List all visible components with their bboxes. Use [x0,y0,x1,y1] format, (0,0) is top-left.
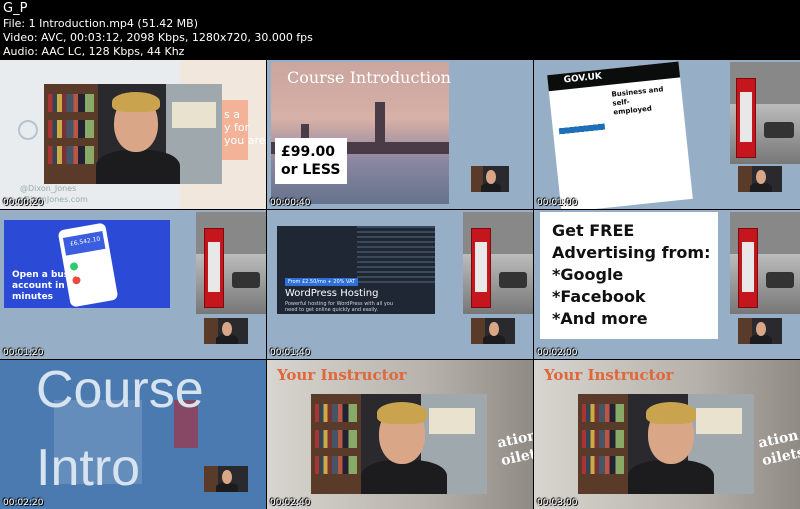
slide-line: *And more [552,309,648,328]
hex-decoration [18,120,38,140]
thumbnail-tile[interactable]: s a y for you are @Dixon_Jones DixonJone… [0,60,266,209]
banner-text: Open a business [12,270,96,280]
phone-box-image [730,62,800,164]
file-info: File: 1 Introduction.mp4 (51.42 MB) [3,17,199,30]
thumbnail-tile[interactable]: Your Instructor ation oilets 00:03:00 [534,360,800,509]
webcam-frame [204,318,248,344]
slide-heading: Your Instructor [544,366,674,384]
slide-heading: Your Instructor [277,366,407,384]
timestamp: 00:01:00 [537,198,578,208]
thumbnail-tile[interactable]: Course Introduction £99.00 or LESS 00:00… [267,60,533,209]
timestamp: 00:03:00 [537,498,578,508]
govuk-logo: GOV.UK [563,71,603,86]
timestamp: 00:01:40 [270,348,311,358]
banner-text: minutes [12,292,54,302]
phone-box-image [463,212,533,314]
slide-text: you are [224,134,266,147]
timestamp: 00:00:40 [270,198,311,208]
product-title: WordPress Hosting [285,288,379,299]
webcam-frame [738,166,782,192]
thumbnail-tile[interactable]: From £2.50/mo + 20% VAT WordPress Hostin… [267,210,533,359]
price-amount: £99.00 [281,144,336,160]
intro-word: Intro [36,439,141,497]
slide-heading: Course Introduction [287,68,451,87]
timestamp: 00:02:00 [537,348,578,358]
webcam-frame [204,466,248,492]
timestamp: 00:02:40 [270,498,311,508]
slide-text: y for [224,121,250,134]
webcam-frame [578,394,754,494]
slide-line: *Google [552,265,624,284]
free-advertising-slide: Get FREE Advertising from: *Google *Face… [540,212,718,339]
audio-info: Audio: AAC LC, 128 Kbps, 44 Khz [3,45,185,58]
product-description: need to get online quickly and easily. [285,307,379,313]
media-info-header: G_P File: 1 Introduction.mp4 (51.42 MB) … [0,0,800,60]
course-word: Course [36,361,204,419]
price-badge: From £2.50/mo + 20% VAT [285,278,359,286]
watermark-handle: @Dixon_Jones [20,184,77,193]
govuk-page: GOV.UK Business and self- employed [547,61,693,209]
thumbnail-tile[interactable]: Course Intro 00:02:20 [0,360,266,509]
bank-banner: £6,542.10 Open a business account in min… [4,220,170,308]
phone-box-image [196,212,266,314]
timestamp: 00:02:20 [3,498,44,508]
govuk-sidebar [555,93,612,198]
thumbnail-tile[interactable]: Get FREE Advertising from: *Google *Face… [534,210,800,359]
thumbnail-tile[interactable]: GOV.UK Business and self- employed 00:01… [534,60,800,209]
timestamp: 00:01:20 [3,348,44,358]
webcam-frame [44,84,222,184]
code-screen [357,226,435,286]
slide-line: Get FREE [552,221,635,240]
price-card: £99.00 or LESS [275,138,347,184]
webcam-frame [471,318,515,344]
phone-box-image [730,212,800,314]
timestamp: 00:00:20 [3,198,44,208]
banner-text: account in [12,281,65,291]
webcam-frame [738,318,782,344]
thumbnail-tile[interactable]: £6,542.10 Open a business account in min… [0,210,266,359]
slide-text: s a [224,108,240,121]
webcam-frame [311,394,487,494]
webcam-frame [471,166,509,192]
sheet-title: G_P [3,1,28,16]
thumbnail-tile[interactable]: Your Instructor ation oilets 00:02:40 [267,360,533,509]
slide-line: Advertising from: [552,243,711,262]
hosting-banner: From £2.50/mo + 20% VAT WordPress Hostin… [277,226,435,314]
video-info: Video: AVC, 00:03:12, 2098 Kbps, 1280x72… [3,31,313,44]
slide-line: *Facebook [552,287,646,306]
price-qualifier: or LESS [281,162,341,178]
